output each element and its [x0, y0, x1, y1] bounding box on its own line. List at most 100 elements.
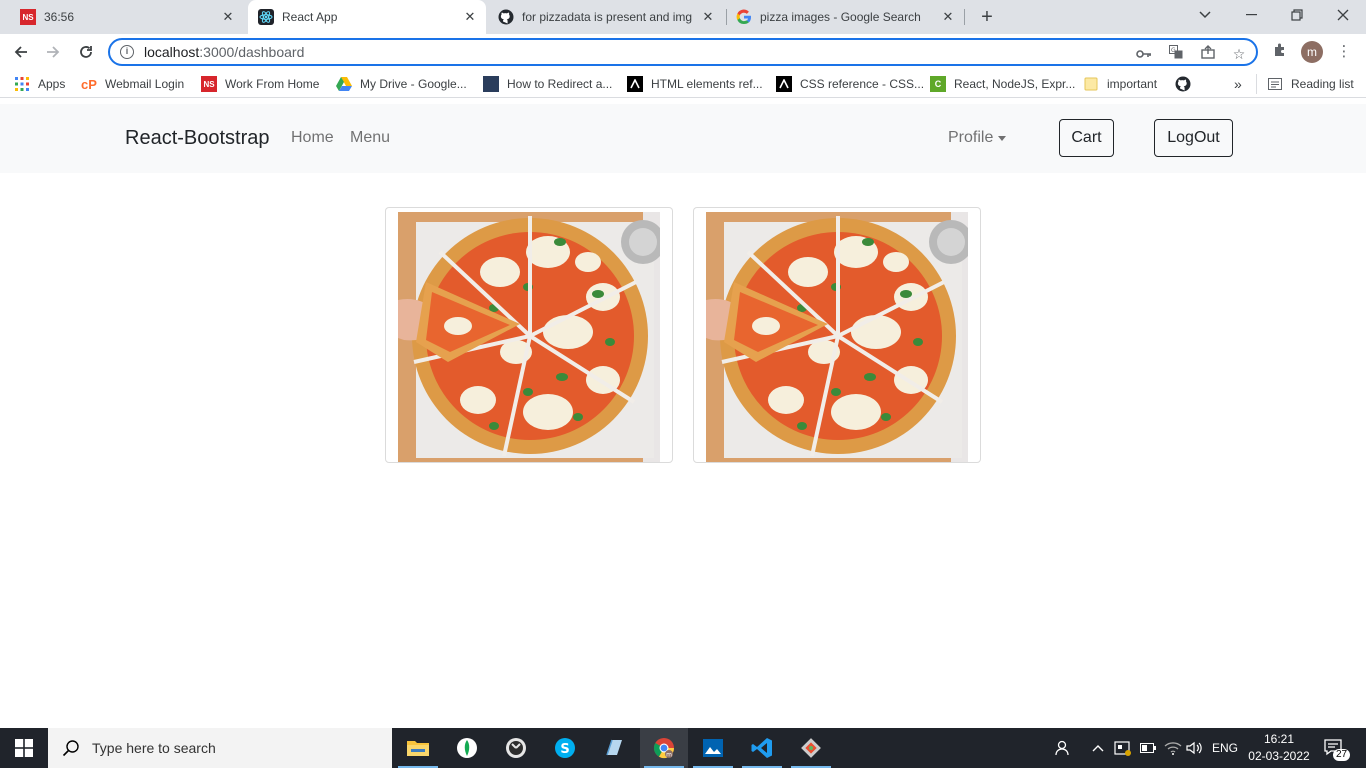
bookmark-apps[interactable]: Apps	[14, 74, 65, 94]
notifications-button[interactable]: 27	[1323, 728, 1351, 768]
back-button[interactable]	[10, 42, 32, 62]
key-icon[interactable]	[1135, 45, 1153, 63]
tray-overflow-icon[interactable]	[1092, 728, 1104, 768]
nav-menu-link[interactable]: Menu	[350, 129, 390, 147]
navbar-brand[interactable]: React-Bootstrap	[125, 127, 270, 150]
bookmark-label: How to Redirect a...	[507, 77, 613, 91]
tab-title: 36:56	[44, 10, 75, 24]
taskbar-search[interactable]: Type here to search	[48, 728, 392, 768]
url-text[interactable]: localhost:3000/dashboard	[144, 44, 304, 60]
app-navbar: React-Bootstrap Home Menu Profile Cart L…	[0, 104, 1366, 173]
wifi-icon[interactable]	[1164, 728, 1182, 768]
profile-avatar[interactable]: m	[1301, 41, 1323, 63]
ns-icon: NS	[201, 76, 217, 92]
ns-icon: NS	[20, 9, 36, 25]
chrome-button[interactable]: m	[640, 728, 688, 768]
site-info-icon[interactable]: i	[120, 45, 134, 59]
more-menu-icon[interactable]: ⋮	[1334, 42, 1354, 62]
bookmarks-bar: Apps cP Webmail Login NS Work From Home …	[0, 70, 1366, 98]
logout-button[interactable]: LogOut	[1154, 119, 1233, 157]
chrome-icon: m	[653, 738, 675, 759]
folder-icon	[1083, 76, 1099, 92]
bookmark-redirect[interactable]: How to Redirect a...	[483, 74, 612, 94]
pizza-margherita-image[interactable]	[398, 212, 660, 462]
restore-button[interactable]	[1274, 0, 1320, 30]
tab-github[interactable]: for pizzadata is present and img ✕	[490, 0, 724, 34]
translate-icon[interactable]: G	[1167, 45, 1185, 63]
git-gui-button[interactable]	[787, 728, 835, 768]
people-icon[interactable]	[1054, 728, 1072, 768]
close-icon[interactable]: ✕	[462, 9, 478, 25]
pizza-margherita-image[interactable]	[706, 212, 968, 462]
mdn-icon	[776, 76, 792, 92]
bookmark-work-from-home[interactable]: NS Work From Home	[201, 74, 319, 94]
bookmark-important[interactable]: important	[1083, 74, 1157, 94]
apps-grid-icon	[14, 76, 30, 92]
reading-list-label: Reading list	[1291, 77, 1354, 91]
forward-button[interactable]	[42, 42, 64, 62]
site-icon	[483, 76, 499, 92]
nav-home-link[interactable]: Home	[291, 129, 334, 147]
site-icon: C	[930, 76, 946, 92]
tab-separator	[726, 9, 727, 25]
close-icon[interactable]: ✕	[220, 9, 236, 25]
cart-button[interactable]: Cart	[1059, 119, 1114, 157]
close-window-button[interactable]	[1320, 0, 1366, 30]
volume-icon[interactable]	[1186, 728, 1204, 768]
google-icon	[736, 9, 752, 25]
close-icon[interactable]: ✕	[700, 9, 716, 25]
network-adapter-icon[interactable]	[1114, 728, 1132, 768]
close-icon[interactable]: ✕	[940, 9, 956, 25]
more-bookmarks-button[interactable]: »	[1234, 74, 1242, 94]
bookmark-label: Apps	[38, 77, 66, 91]
app-button[interactable]	[492, 728, 540, 768]
bookmark-react-nodejs[interactable]: C React, NodeJS, Expr...	[930, 74, 1075, 94]
photos-button[interactable]	[689, 728, 737, 768]
bookmark-label: My Drive - Google...	[360, 77, 467, 91]
bookmark-github[interactable]	[1175, 74, 1199, 94]
caret-down-icon	[998, 135, 1007, 141]
reading-list-button[interactable]: Reading list	[1256, 74, 1354, 94]
vscode-button[interactable]	[738, 728, 786, 768]
github-icon	[498, 9, 514, 25]
skype-button[interactable]: S	[541, 728, 589, 768]
photos-icon	[703, 739, 723, 757]
url-host: localhost	[144, 44, 200, 60]
minimize-button[interactable]	[1228, 0, 1274, 30]
clock-app-icon	[506, 738, 526, 758]
share-icon[interactable]	[1199, 45, 1217, 63]
mongodb-icon	[457, 738, 477, 758]
tab-title: React App	[282, 10, 338, 24]
profile-dropdown[interactable]: Profile	[948, 129, 1007, 147]
file-explorer-button[interactable]	[394, 728, 442, 768]
reload-button[interactable]	[75, 42, 97, 62]
tab-title: for pizzadata is present and img	[522, 10, 693, 24]
bookmark-label: important	[1107, 77, 1158, 91]
address-bar[interactable]: i localhost:3000/dashboard G ☆	[108, 38, 1258, 66]
minimize-icon	[1245, 14, 1257, 16]
star-icon[interactable]: ☆	[1230, 45, 1248, 63]
bookmark-my-drive[interactable]: My Drive - Google...	[336, 74, 467, 94]
new-tab-button[interactable]: +	[976, 7, 998, 27]
svg-text:G: G	[1171, 47, 1176, 54]
bookmark-webmail[interactable]: cP Webmail Login	[81, 74, 184, 94]
folder-icon	[407, 741, 429, 756]
tab-timer[interactable]: NS 36:56 ✕	[12, 0, 244, 34]
github-icon	[1175, 76, 1191, 92]
react-icon	[258, 9, 274, 25]
start-button[interactable]	[0, 728, 48, 768]
mongodb-compass-button[interactable]	[443, 728, 491, 768]
language-indicator[interactable]: ENG	[1212, 728, 1238, 768]
bookmark-html-elements[interactable]: HTML elements ref...	[627, 74, 763, 94]
extensions-icon[interactable]	[1270, 42, 1290, 62]
system-clock[interactable]: 16:21 02-03-2022	[1246, 731, 1312, 765]
battery-icon[interactable]	[1140, 728, 1156, 768]
tab-google-search[interactable]: pizza images - Google Search ✕	[728, 0, 964, 34]
tab-title: pizza images - Google Search	[760, 10, 921, 24]
pizza-card[interactable]	[385, 207, 673, 463]
bookmark-css-reference[interactable]: CSS reference - CSS...	[776, 74, 924, 94]
notepad-button[interactable]	[590, 728, 638, 768]
pizza-card[interactable]	[693, 207, 981, 463]
tab-react-app[interactable]: React App ✕	[248, 0, 486, 34]
tab-search-button[interactable]	[1182, 0, 1228, 30]
